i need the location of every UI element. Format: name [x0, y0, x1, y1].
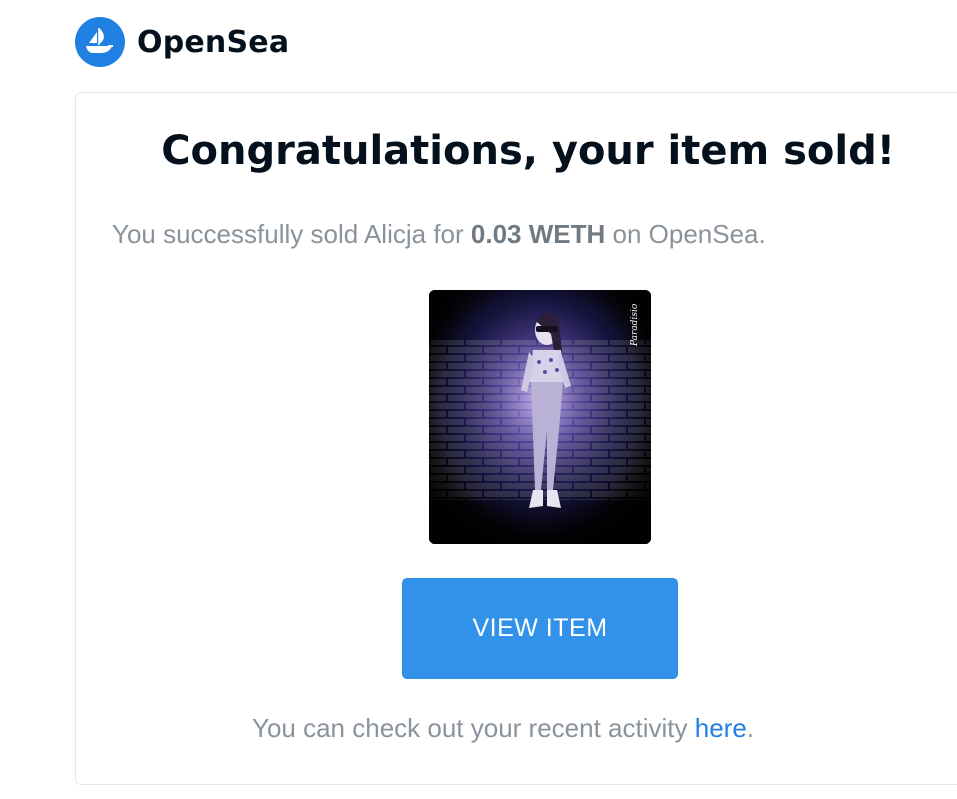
item-name: Alicja	[363, 219, 427, 249]
activity-note: You can check out your recent activity h…	[252, 713, 754, 744]
activity-note-prefix: You can check out your recent activity	[252, 713, 695, 743]
brand-name[interactable]: OpenSea	[137, 25, 289, 60]
opensea-logo-icon[interactable]	[75, 17, 125, 67]
sale-message: You successfully sold Alicja for 0.03 WE…	[112, 219, 766, 250]
item-artwork-image[interactable]: Paradisio	[429, 290, 651, 544]
activity-link[interactable]: here	[695, 713, 747, 743]
sale-price: 0.03 WETH	[470, 219, 606, 249]
sale-message-prefix: You successfully sold	[112, 219, 364, 249]
view-item-button[interactable]: VIEW ITEM	[402, 578, 678, 679]
boat-icon	[86, 28, 113, 53]
activity-note-suffix: .	[746, 713, 755, 743]
page-title: Congratulations, your item sold!	[161, 128, 895, 174]
sale-message-suffix: on OpenSea.	[605, 219, 766, 249]
sale-message-middle: for	[426, 219, 471, 249]
artwork-signature: Paradisio	[630, 303, 640, 347]
header: OpenSea	[75, 17, 289, 67]
